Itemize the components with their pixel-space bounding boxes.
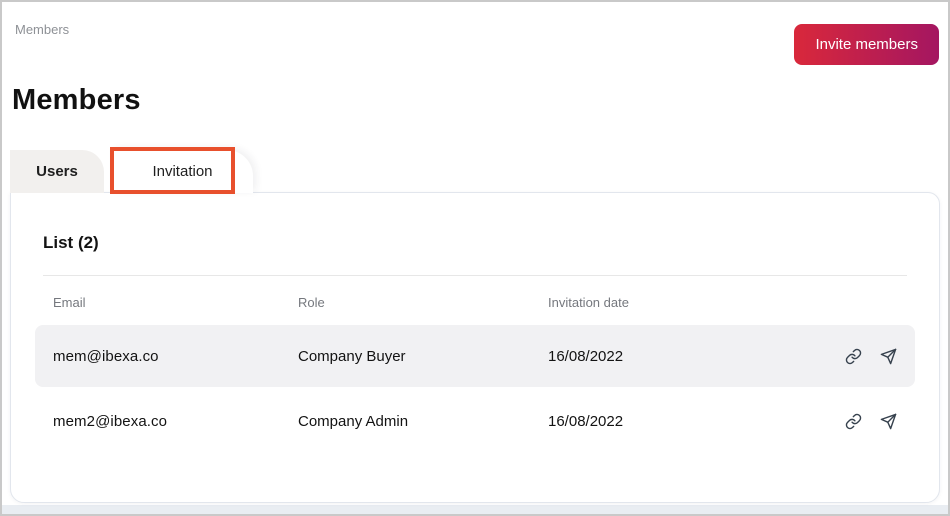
row-actions	[845, 348, 897, 365]
row-actions	[845, 413, 897, 430]
link-icon[interactable]	[845, 348, 862, 365]
list-title: List (2)	[43, 233, 915, 253]
cell-email: mem2@ibexa.co	[53, 413, 298, 430]
tab-users[interactable]: Users	[10, 150, 104, 193]
cell-invitation-date: 16/08/2022	[548, 348, 807, 365]
tab-invitation[interactable]: Invitation	[112, 150, 253, 193]
tab-users-label: Users	[36, 163, 78, 180]
send-icon[interactable]	[880, 348, 897, 365]
table-header-row: Email Role Invitation date	[35, 292, 915, 312]
cell-role: Company Admin	[298, 413, 548, 430]
cell-role: Company Buyer	[298, 348, 548, 365]
cell-invitation-date: 16/08/2022	[548, 413, 807, 430]
invite-members-button[interactable]: Invite members	[794, 24, 939, 65]
breadcrumb[interactable]: Members	[15, 22, 69, 37]
table-row[interactable]: mem@ibexa.co Company Buyer 16/08/2022	[35, 325, 915, 387]
page-bottom-strip	[2, 505, 948, 514]
link-icon[interactable]	[845, 413, 862, 430]
tab-invitation-label: Invitation	[152, 163, 212, 180]
page-title: Members	[12, 84, 141, 117]
column-header-role: Role	[298, 295, 548, 310]
send-icon[interactable]	[880, 413, 897, 430]
table-row[interactable]: mem2@ibexa.co Company Admin 16/08/2022	[35, 392, 915, 450]
invitation-panel: List (2) Email Role Invitation date mem@…	[10, 192, 940, 503]
column-header-invitation-date: Invitation date	[548, 295, 807, 310]
divider	[43, 275, 907, 276]
cell-email: mem@ibexa.co	[53, 348, 298, 365]
column-header-email: Email	[53, 295, 298, 310]
